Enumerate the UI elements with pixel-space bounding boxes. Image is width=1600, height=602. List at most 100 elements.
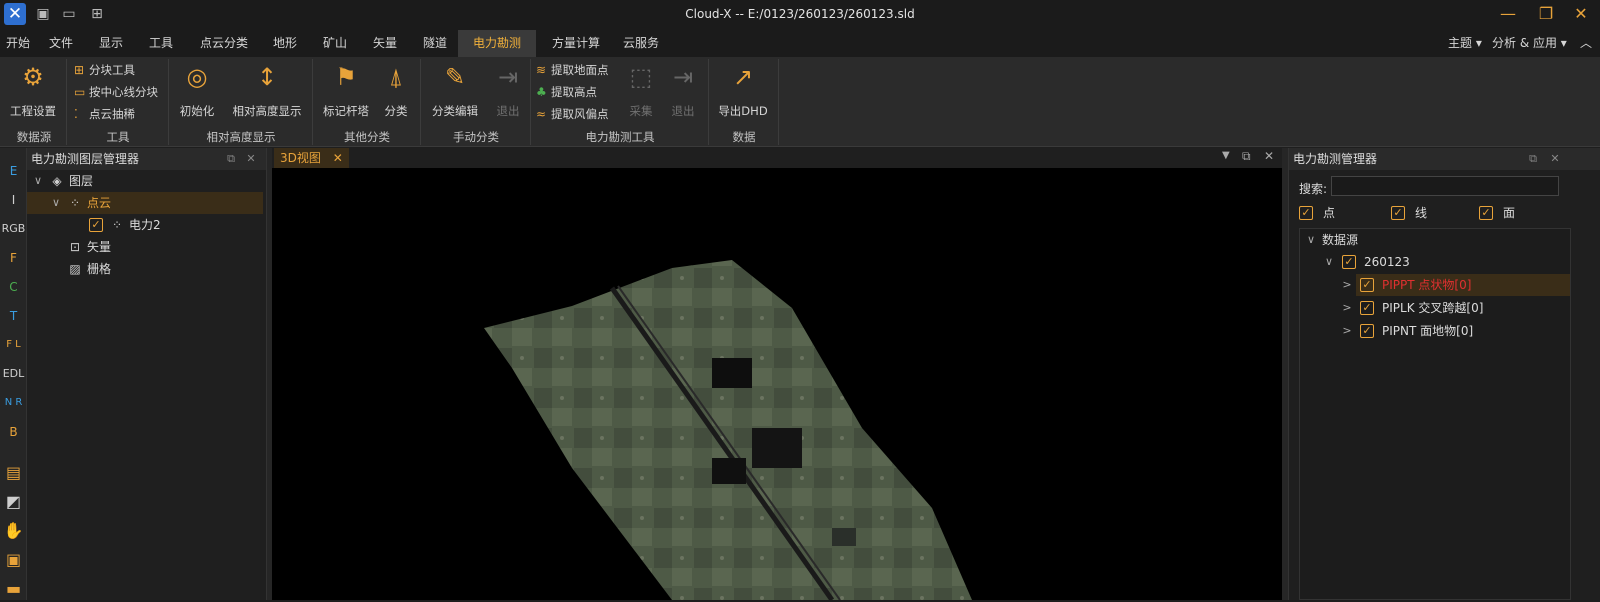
checkbox[interactable]: ✓ <box>1342 255 1356 269</box>
close-button[interactable]: ✕ <box>1568 3 1594 25</box>
time-tool[interactable]: T <box>0 303 27 329</box>
checkbox[interactable]: ✓ <box>1360 324 1374 338</box>
tree-item-point-features[interactable]: > ✓ PIPPT 点状物[0] <box>1342 274 1570 296</box>
init-button[interactable]: ◎ 初始化 <box>172 61 222 119</box>
classification-tool[interactable]: C <box>0 274 27 300</box>
analysis-apps-menu[interactable]: 分析 & 应用 ▾ <box>1492 30 1567 57</box>
filter-label: 点 <box>1323 206 1336 220</box>
project-settings-button[interactable]: ⚙ 工程设置 <box>4 61 62 119</box>
close-icon[interactable]: ✕ <box>1264 149 1274 163</box>
b-tool[interactable]: B <box>0 419 27 445</box>
exit-collect-label: 退出 <box>671 104 695 118</box>
exit-collect-button[interactable]: ⇥ 退出 <box>664 61 702 119</box>
extract-wind-button[interactable]: ≈ 提取风偏点 <box>536 104 609 124</box>
tree-item-raster[interactable]: ▨ 栅格 <box>27 258 267 280</box>
extract-high-label: 提取高点 <box>551 85 597 99</box>
extract-high-button[interactable]: ♣ 提取高点 <box>536 82 597 102</box>
relative-height-button[interactable]: ↕ 相对高度显示 <box>228 61 306 119</box>
menu-tunnel[interactable]: 隧道 <box>418 30 452 57</box>
float-icon[interactable]: ⧉ <box>1525 148 1541 170</box>
checkbox[interactable]: ✓ <box>1360 301 1374 315</box>
chevron-right-icon[interactable]: > <box>1340 297 1354 319</box>
filter-area[interactable]: ✓ 面 <box>1479 202 1559 224</box>
checkbox[interactable]: ✓ <box>1360 278 1374 292</box>
hand-icon[interactable]: ✋ <box>0 518 27 544</box>
tree-item-vector[interactable]: ⊡ 矢量 <box>27 236 267 258</box>
tree-item-area-features[interactable]: > ✓ PIPNT 面地物[0] <box>1342 320 1570 342</box>
close-icon[interactable]: ✕ <box>1547 148 1563 170</box>
block-tool-label: 分块工具 <box>89 63 135 77</box>
edl-tool[interactable]: EDL <box>0 361 27 387</box>
tab-3d-view[interactable]: 3D视图 ✕ <box>274 148 349 168</box>
filter-line[interactable]: ✓ 线 <box>1391 202 1471 224</box>
tree-item-datasource[interactable]: ∨ 数据源 <box>1300 229 1570 251</box>
centerline-block-button[interactable]: ▭ 按中心线分块 <box>74 82 158 102</box>
fl-tool[interactable]: F L <box>0 332 27 358</box>
terrain-patch <box>484 260 972 600</box>
checkbox[interactable]: ✓ <box>89 218 103 232</box>
ribbon-collapse-icon[interactable]: ︿ <box>1580 30 1592 57</box>
thin-cloud-button[interactable]: ⁚ 点云抽稀 <box>74 104 135 124</box>
intensity-tool[interactable]: I <box>0 187 27 213</box>
chevron-down-icon[interactable]: ∨ <box>49 192 63 214</box>
thin-cloud-label: 点云抽稀 <box>89 107 135 121</box>
menu-power-survey[interactable]: 电力勘测 <box>458 30 536 57</box>
chevron-right-icon[interactable]: > <box>1340 320 1354 342</box>
checkbox[interactable]: ✓ <box>1479 206 1493 220</box>
cube-icon[interactable]: ▣ <box>0 547 27 573</box>
menu-tools[interactable]: 工具 <box>144 30 178 57</box>
point-cloud-render[interactable] <box>272 168 1282 600</box>
folder-icon[interactable]: ▬ <box>0 576 27 602</box>
group-label-datasource: 数据源 <box>16 130 52 144</box>
checkbox[interactable]: ✓ <box>1391 206 1405 220</box>
classify-button[interactable]: ⍋ 分类 <box>378 61 414 119</box>
group-label-power-tools: 电力勘测工具 <box>585 130 655 144</box>
menu-volume-calc[interactable]: 方量计算 <box>548 30 604 57</box>
collect-button[interactable]: ⬚ 采集 <box>622 61 660 119</box>
box-icon[interactable]: ▤ <box>0 460 27 486</box>
chevron-down-icon[interactable]: ∨ <box>31 170 45 192</box>
extract-ground-button[interactable]: ≋ 提取地面点 <box>536 60 609 80</box>
chevron-down-icon[interactable]: ∨ <box>1304 229 1318 251</box>
layers-icon: ◈ <box>52 174 62 188</box>
tree-item-crossings[interactable]: > ✓ PIPLK 交叉跨越[0] <box>1342 297 1570 319</box>
menu-pointcloud-classify[interactable]: 点云分类 <box>196 30 252 57</box>
filter-point[interactable]: ✓ 点 <box>1299 202 1379 224</box>
mark-tower-button[interactable]: ⚑ 标记杆塔 <box>318 61 374 119</box>
menu-terrain[interactable]: 地形 <box>268 30 302 57</box>
menu-file[interactable]: 文件 <box>44 30 78 57</box>
menu-vector[interactable]: 矢量 <box>368 30 402 57</box>
tree-item-point-cloud[interactable]: ∨ ⁘ 点云 <box>27 192 263 214</box>
menu-cloud-service[interactable]: 云服务 <box>618 30 664 57</box>
rgb-tool[interactable]: RGB <box>0 216 27 242</box>
classify-edit-button[interactable]: ✎ 分类编辑 <box>426 61 484 119</box>
tree-item-layers[interactable]: ∨ ◈ 图层 <box>27 170 267 192</box>
tree-item-dataset[interactable]: ∨ ✓ 260123 <box>1300 251 1570 273</box>
exit-classify-button[interactable]: ⇥ 退出 <box>490 61 526 119</box>
restore-button[interactable]: ❐ <box>1533 3 1559 25</box>
elevation-tool[interactable]: E <box>0 158 27 184</box>
dropdown-icon[interactable]: ▼ <box>1222 150 1230 161</box>
theme-menu[interactable]: 主题 ▾ <box>1448 30 1482 57</box>
block-tool-button[interactable]: ⊞ 分块工具 <box>74 60 135 80</box>
left-toolbar: E I RGB F C T F L EDL N R B ▤ ◩ ✋ ▣ ▬ <box>0 148 27 600</box>
float-icon[interactable]: ⧉ <box>1242 149 1251 164</box>
menu-start[interactable]: 开始 <box>2 30 34 57</box>
chevron-right-icon[interactable]: > <box>1340 274 1354 296</box>
f-tool[interactable]: F <box>0 245 27 271</box>
3d-view[interactable]: 3D视图 ✕ ▼ ⧉ ✕ <box>272 148 1282 600</box>
eraser-icon[interactable]: ◩ <box>0 489 27 515</box>
chevron-down-icon[interactable]: ∨ <box>1322 251 1336 273</box>
search-input[interactable] <box>1331 176 1559 196</box>
minimize-button[interactable]: — <box>1495 3 1521 25</box>
float-icon[interactable]: ⧉ <box>223 148 239 170</box>
tree-item-power2[interactable]: ✓ ⁘ 电力2 <box>27 214 267 236</box>
menu-mine[interactable]: 矿山 <box>318 30 352 57</box>
menu-display[interactable]: 显示 <box>94 30 128 57</box>
close-icon[interactable]: ✕ <box>333 151 343 165</box>
close-icon[interactable]: ✕ <box>243 148 259 170</box>
checkbox[interactable]: ✓ <box>1299 206 1313 220</box>
export-dhd-button[interactable]: ↗ 导出DHD <box>714 61 772 119</box>
export-icon: ↗ <box>732 63 754 91</box>
nr-tool[interactable]: N R <box>0 390 27 416</box>
